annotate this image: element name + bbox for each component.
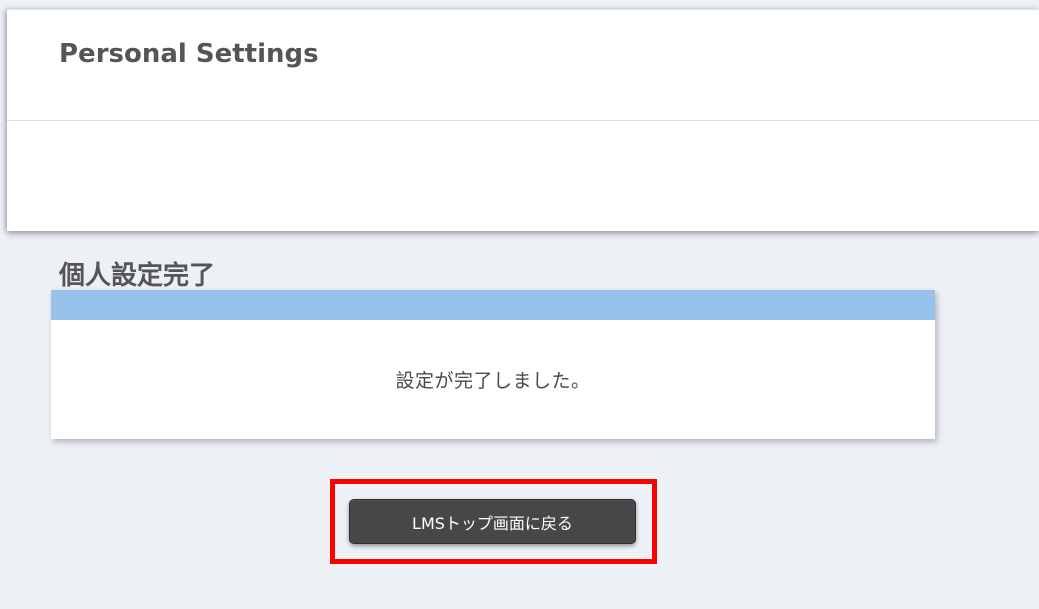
subtitle-row: 個人設定完了 [7,121,1039,291]
page-title: Personal Settings [59,39,319,69]
panel-body: 設定が完了しました。 [51,320,935,439]
back-to-lms-top-button[interactable]: LMSトップ画面に戻る [349,499,636,544]
completion-message: 設定が完了しました。 [395,370,591,392]
page-subtitle: 個人設定完了 [59,261,216,291]
title-row: Personal Settings [7,10,1039,121]
header-card: Personal Settings 個人設定完了 [7,9,1039,291]
message-panel: 設定が完了しました。 [51,290,935,439]
panel-header-bar [51,290,935,320]
